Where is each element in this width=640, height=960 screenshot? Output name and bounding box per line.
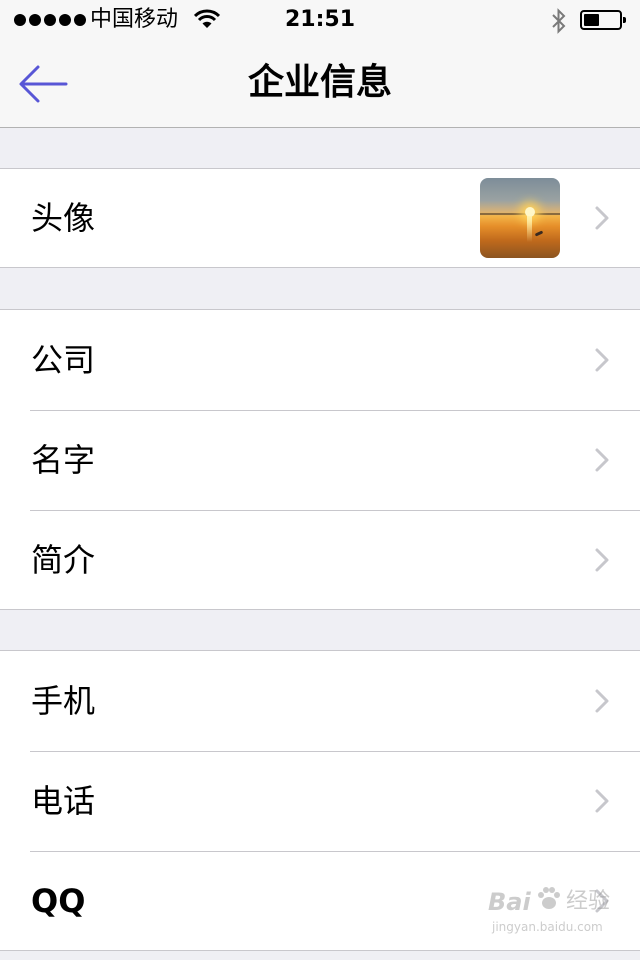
watermark-url: jingyan.baidu.com bbox=[492, 920, 603, 934]
company-row[interactable]: 公司 bbox=[0, 310, 640, 410]
avatar-row[interactable]: 头像 bbox=[0, 169, 640, 267]
watermark-suffix: 经验 bbox=[566, 889, 611, 914]
paw-icon bbox=[538, 887, 560, 909]
qq-label: QQ bbox=[31, 882, 86, 920]
phone-row[interactable]: 电话 bbox=[0, 751, 640, 851]
chevron-right-icon bbox=[595, 548, 609, 572]
intro-row[interactable]: 简介 bbox=[0, 510, 640, 610]
phone-label: 电话 bbox=[31, 782, 96, 820]
chevron-right-icon bbox=[595, 789, 609, 813]
intro-label: 简介 bbox=[31, 541, 96, 579]
chevron-right-icon bbox=[595, 448, 609, 472]
profile-group: 头像 bbox=[0, 168, 640, 268]
avatar-row-label: 头像 bbox=[31, 199, 96, 237]
page-title: 企业信息 bbox=[247, 62, 392, 103]
name-row[interactable]: 名字 bbox=[0, 410, 640, 510]
chevron-right-icon bbox=[595, 689, 609, 713]
chevron-right-icon bbox=[595, 206, 609, 230]
avatar bbox=[480, 178, 560, 258]
chevron-right-icon bbox=[595, 348, 609, 372]
battery-icon bbox=[580, 10, 626, 30]
baidu-jingyan-watermark: Bai 经验 jingyan.baidu.com bbox=[488, 884, 620, 946]
status-bar: 中国移动 21:51 bbox=[0, 0, 640, 40]
name-label: 名字 bbox=[31, 441, 96, 479]
mobile-row[interactable]: 手机 bbox=[0, 651, 640, 751]
mobile-label: 手机 bbox=[31, 682, 96, 720]
navigation-bar: 企业信息 bbox=[0, 40, 640, 128]
company-label: 公司 bbox=[31, 341, 96, 379]
info-group: 公司 名字 简介 bbox=[0, 309, 640, 610]
watermark-brand: Bai bbox=[488, 888, 531, 916]
status-time: 21:51 bbox=[284, 7, 356, 32]
bluetooth-icon bbox=[552, 8, 566, 34]
